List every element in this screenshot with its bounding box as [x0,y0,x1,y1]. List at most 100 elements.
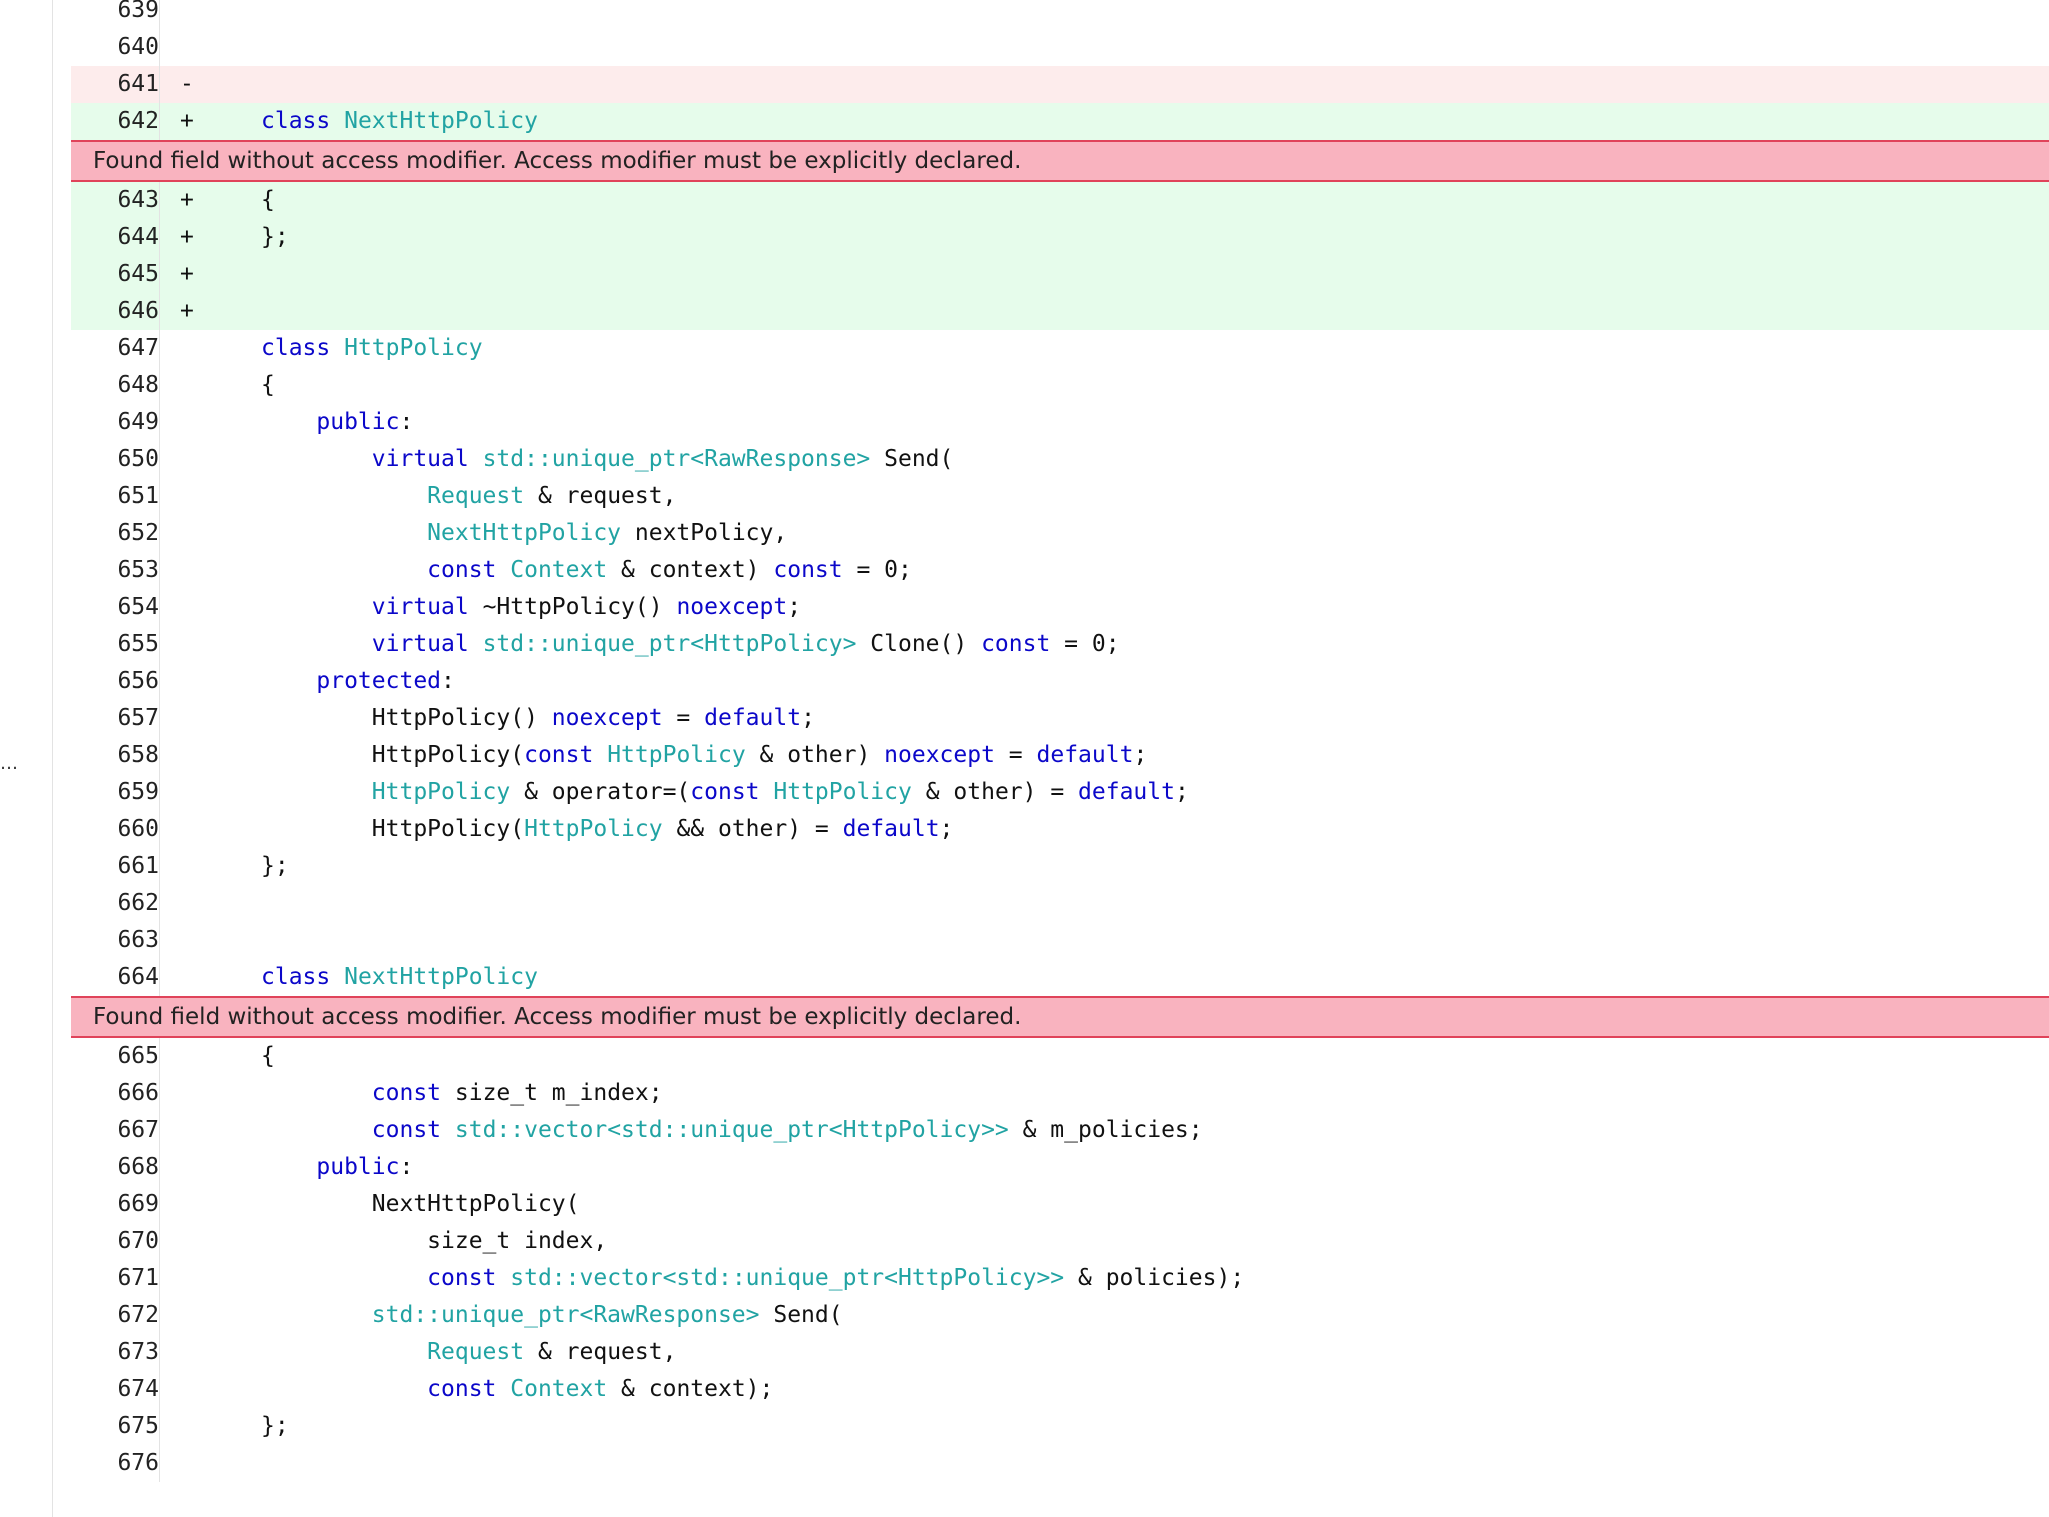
line-number[interactable]: 668 [117,1149,159,1186]
line-number[interactable]: 646 [117,293,159,330]
code-token: = 0; [1050,631,1120,657]
gutter-divider [159,959,160,996]
code-token: & policies); [1064,1265,1245,1291]
line-number-cell: 667 [71,1112,159,1149]
line-number[interactable]: 657 [117,700,159,737]
line-number-cell: 659 [71,774,159,811]
line-number-cell: 662 [71,885,159,922]
diff-line: 648 { [71,367,2049,404]
line-number[interactable]: 655 [117,626,159,663]
gutter-divider [159,589,160,626]
code-token: Clone() [856,631,982,657]
line-number[interactable]: 640 [117,29,159,66]
line-number[interactable]: 663 [117,922,159,959]
left-gutter: … [0,0,53,1517]
diff-line: 650 virtual std::unique_ptr<RawResponse>… [71,441,2049,478]
line-number[interactable]: 667 [117,1112,159,1149]
line-number[interactable]: 654 [117,589,159,626]
code-token: ; [939,816,954,842]
code-keyword: class [261,335,345,361]
line-number[interactable]: 664 [117,959,159,996]
diff-line: 658 HttpPolicy(const HttpPolicy & other)… [71,737,2049,774]
line-number-cell: 660 [71,811,159,848]
line-number[interactable]: 647 [117,330,159,367]
line-number[interactable]: 649 [117,404,159,441]
line-number[interactable]: 662 [117,885,159,922]
code-keyword: protected [316,668,442,694]
lint-warning-text: Found field without access modifier. Acc… [93,1004,1022,1030]
code-type: HttpPolicy [607,742,746,768]
code-text: }; [261,848,289,885]
code-keyword: const [427,1376,511,1402]
line-number[interactable]: 643 [117,182,159,219]
line-number[interactable]: 639 [117,0,159,29]
line-number[interactable]: 673 [117,1334,159,1371]
line-number[interactable]: 658 [117,737,159,774]
line-number[interactable]: 644 [117,219,159,256]
diff-line: 655 virtual std::unique_ptr<HttpPolicy> … [71,626,2049,663]
line-number[interactable]: 651 [117,478,159,515]
diff-marker: + [180,298,194,324]
line-number[interactable]: 675 [117,1408,159,1445]
line-number[interactable]: 671 [117,1260,159,1297]
code-keyword: virtual [371,594,469,620]
line-number[interactable]: 659 [117,774,159,811]
code-text: const std::vector<std::unique_ptr<HttpPo… [261,1260,1244,1297]
line-number[interactable]: 645 [117,256,159,293]
line-number[interactable]: 676 [117,1445,159,1482]
gutter-divider [159,737,160,774]
line-number[interactable]: 650 [117,441,159,478]
gutter-divider [159,1149,160,1186]
code-token: & context) [607,557,774,583]
code-text: virtual ~HttpPolicy() noexcept; [261,589,801,626]
code-token: Send( [870,446,954,472]
gutter-divider [159,219,160,256]
line-number[interactable]: 674 [117,1371,159,1408]
line-number[interactable]: 666 [117,1075,159,1112]
code-text: class NextHttpPolicy [261,959,538,996]
more-options-icon[interactable]: … [0,752,20,776]
code-token: && other) = [662,816,843,842]
line-number[interactable]: 665 [117,1038,159,1075]
code-type: HttpPolicy [524,816,663,842]
code-keyword: default [704,705,802,731]
diff-line: 672 std::unique_ptr<RawResponse> Send( [71,1297,2049,1334]
diff-line-removed: 641- [71,66,2049,103]
line-number[interactable]: 672 [117,1297,159,1334]
line-number[interactable]: 669 [117,1186,159,1223]
diff-line: 666 const size_t m_index; [71,1075,2049,1112]
code-text: Request & request, [261,478,676,515]
line-number[interactable]: 660 [117,811,159,848]
code-text: { [261,1038,275,1075]
diff-line-added: 646 + [71,293,2049,330]
line-number[interactable]: 641 [117,66,159,103]
gutter-divider [159,885,160,922]
gutter-divider [159,478,160,515]
gutter-divider [159,1038,160,1075]
line-number[interactable]: 648 [117,367,159,404]
code-token: HttpPolicy() [261,705,552,731]
line-number[interactable]: 652 [117,515,159,552]
gutter-divider [159,1260,160,1297]
code-type: HttpPolicy [773,779,912,805]
code-keyword: const [371,1080,442,1106]
line-number[interactable]: 642 [117,103,159,140]
line-number[interactable]: 656 [117,663,159,700]
line-number[interactable]: 661 [117,848,159,885]
code-text: { [261,367,275,404]
code-token: = 0; [842,557,912,583]
line-number-cell: 641 [71,66,159,103]
gutter-divider [159,367,160,404]
line-number[interactable]: 653 [117,552,159,589]
line-number-cell: 675 [71,1408,159,1445]
line-number[interactable]: 670 [117,1223,159,1260]
code-token: : [399,1154,414,1180]
diff-line: 667 const std::vector<std::unique_ptr<Ht… [71,1112,2049,1149]
code-text: }; [261,1408,289,1445]
code-keyword: const [773,557,843,583]
code-text: protected: [261,663,454,700]
